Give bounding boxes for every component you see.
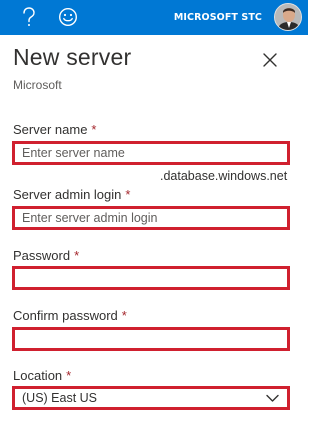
password-label-text: Password (13, 248, 71, 263)
close-icon[interactable] (262, 52, 278, 68)
admin-login-label-text: Server admin login (13, 187, 122, 202)
confirm-password-label: Confirm password * (13, 308, 127, 323)
server-name-field[interactable] (12, 141, 290, 165)
avatar[interactable] (274, 3, 302, 31)
page-subtitle: Microsoft (13, 78, 62, 92)
account-name[interactable]: MICROSOFT STC (174, 12, 262, 23)
location-selected-value[interactable]: (US) East US (15, 389, 287, 407)
top-bar: MICROSOFT STC (0, 0, 308, 35)
server-name-label-text: Server name (13, 122, 88, 137)
server-name-input[interactable] (15, 144, 287, 162)
location-label-text: Location (13, 368, 63, 383)
admin-login-label: Server admin login * (13, 187, 130, 202)
server-name-suffix: .database.windows.net (160, 169, 288, 183)
required-mark: * (91, 122, 97, 137)
password-field[interactable] (12, 266, 290, 290)
server-name-label: Server name * (13, 122, 96, 137)
location-label: Location * (13, 368, 71, 383)
location-dropdown[interactable]: (US) East US (12, 386, 290, 410)
required-mark: * (74, 248, 80, 263)
help-icon[interactable] (18, 6, 40, 28)
password-input[interactable] (15, 269, 287, 287)
page-title: New server (13, 44, 132, 70)
chevron-down-icon[interactable] (266, 394, 279, 403)
required-mark: * (66, 368, 72, 383)
required-mark: * (125, 187, 131, 202)
password-label: Password * (13, 248, 79, 263)
smiley-icon[interactable] (57, 6, 79, 28)
confirm-password-label-text: Confirm password (13, 308, 118, 323)
admin-login-input[interactable] (15, 209, 287, 227)
admin-login-field[interactable] (12, 206, 290, 230)
confirm-password-field[interactable] (12, 327, 290, 351)
confirm-password-input[interactable] (15, 330, 287, 348)
required-mark: * (121, 308, 127, 323)
